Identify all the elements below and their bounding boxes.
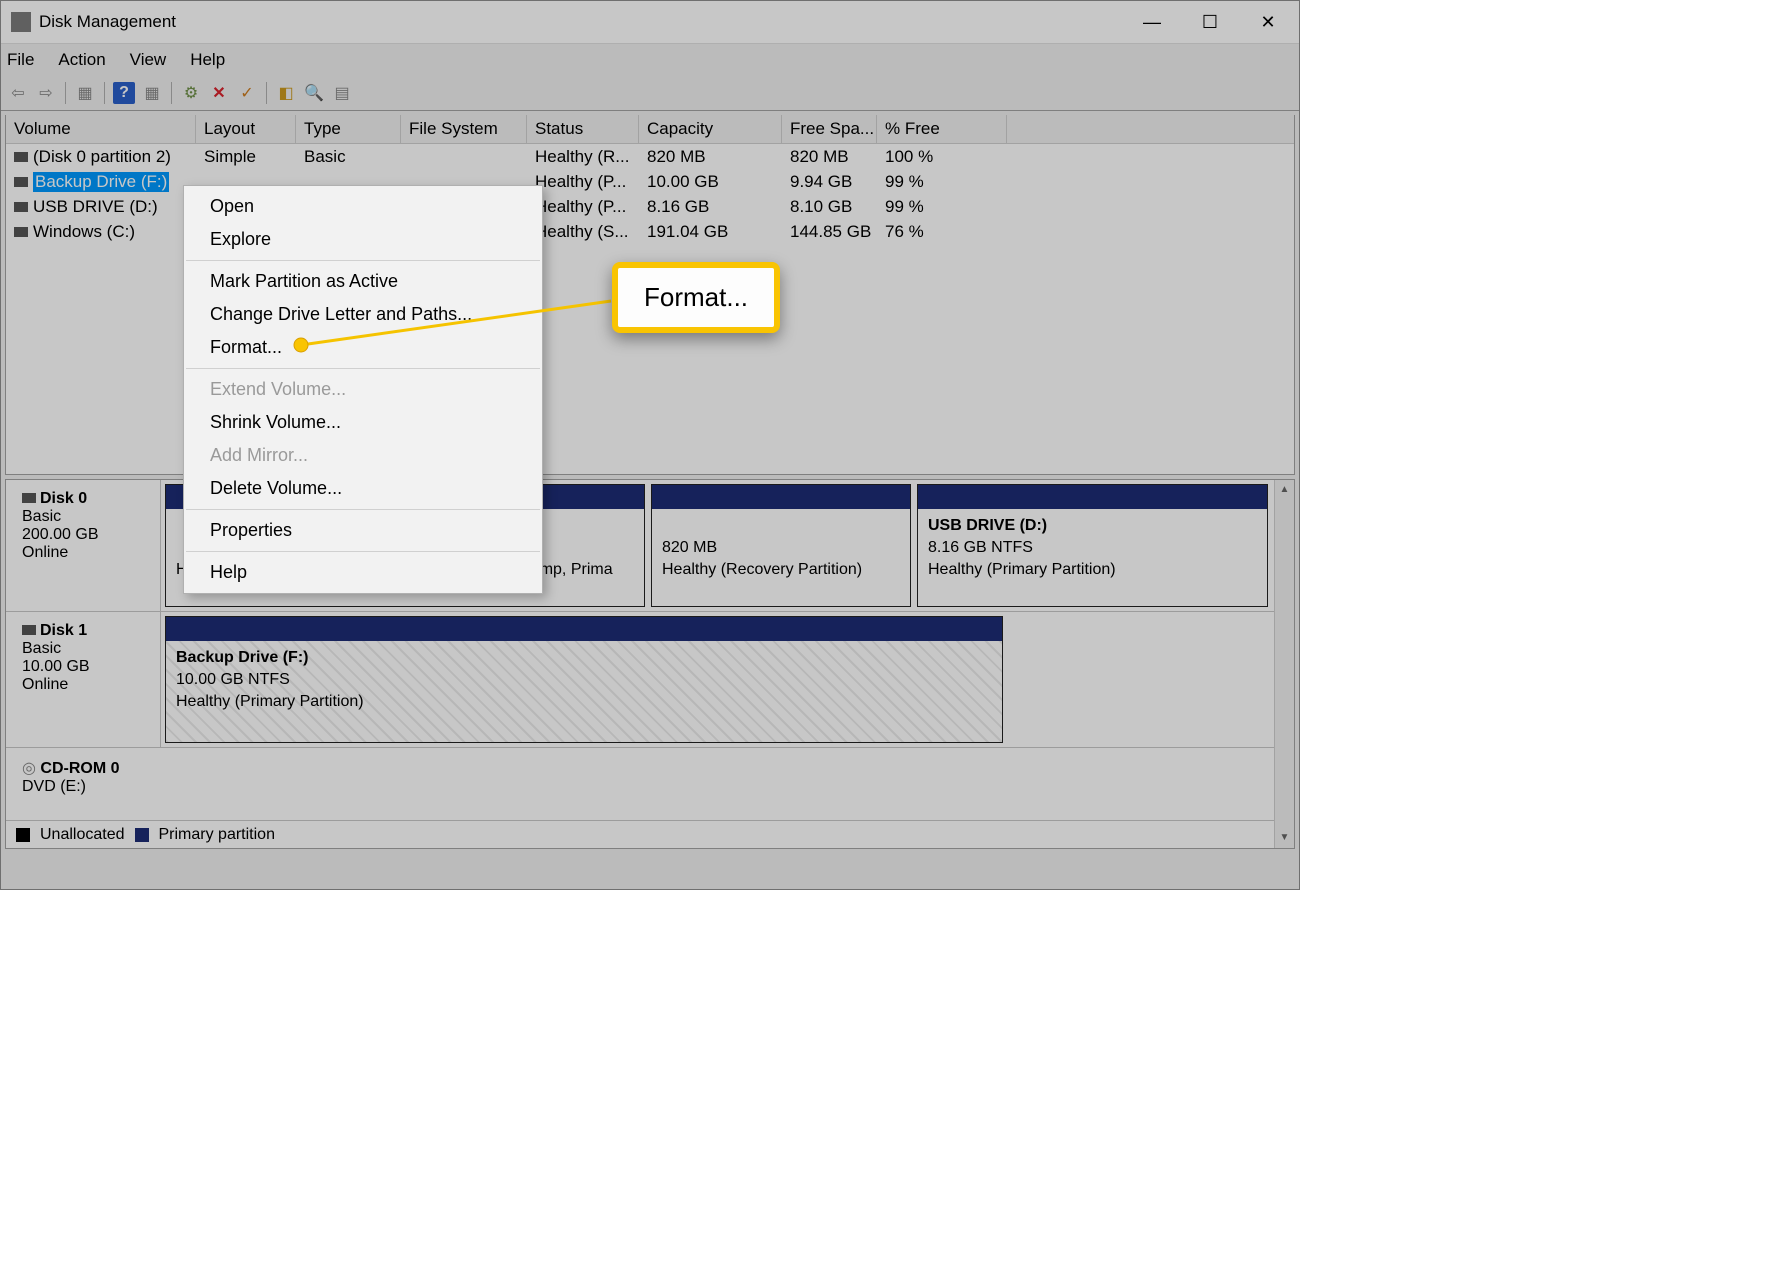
toolbar: ⇦ ⇨ ▦ ? ▦ ⚙ ✕ ✓ ◧ 🔍 ▤ — [1, 75, 1299, 111]
drive-icon — [14, 202, 28, 212]
partition-bar — [652, 485, 910, 509]
col-filesystem[interactable]: File System — [401, 115, 527, 143]
titlebar: Disk Management — ☐ ✕ — [1, 1, 1299, 43]
ctx-add-mirror: Add Mirror... — [184, 439, 542, 472]
ctx-mark-active[interactable]: Mark Partition as Active — [184, 265, 542, 298]
disk-label[interactable]: ◎ CD-ROM 0 DVD (E:) — [6, 748, 130, 810]
context-menu: Open Explore Mark Partition as Active Ch… — [183, 185, 543, 594]
menubar: File Action View Help — [1, 43, 1299, 75]
col-layout[interactable]: Layout — [196, 115, 296, 143]
partition[interactable]: USB DRIVE (D:) 8.16 GB NTFS Healthy (Pri… — [917, 484, 1268, 607]
window-title: Disk Management — [39, 12, 1123, 32]
ctx-explore[interactable]: Explore — [184, 223, 542, 256]
col-volume[interactable]: Volume — [6, 115, 196, 143]
window-controls: — ☐ ✕ — [1123, 1, 1297, 43]
partition-bar — [166, 617, 1002, 641]
drive-icon — [14, 152, 28, 162]
help-icon[interactable]: ? — [113, 82, 135, 104]
partition[interactable]: Backup Drive (F:) 10.00 GB NTFS Healthy … — [165, 616, 1003, 743]
ctx-help[interactable]: Help — [184, 556, 542, 589]
drive-icon — [14, 227, 28, 237]
scroll-down-icon[interactable]: ▼ — [1275, 828, 1294, 848]
disk-label[interactable]: Disk 0 Basic 200.00 GB Online — [6, 480, 161, 611]
disk-management-window: Disk Management — ☐ ✕ File Action View H… — [0, 0, 1300, 890]
callout-text: Format... — [644, 282, 748, 312]
refresh-button[interactable]: ▦ — [141, 82, 163, 104]
partition-bar — [918, 485, 1267, 509]
partition[interactable]: 820 MB Healthy (Recovery Partition) — [651, 484, 911, 607]
volume-table-header: Volume Layout Type File System Status Ca… — [6, 115, 1294, 144]
scroll-up-icon[interactable]: ▲ — [1275, 480, 1294, 500]
menu-view[interactable]: View — [130, 50, 167, 70]
col-capacity[interactable]: Capacity — [639, 115, 782, 143]
cdrom-icon: ◎ — [22, 760, 36, 777]
drive-icon — [14, 177, 28, 187]
ctx-properties[interactable]: Properties — [184, 514, 542, 547]
back-button[interactable]: ⇦ — [7, 82, 29, 104]
disk-row-disk1: Disk 1 Basic 10.00 GB Online Backup Driv… — [6, 612, 1294, 748]
menu-action[interactable]: Action — [58, 50, 105, 70]
ctx-shrink[interactable]: Shrink Volume... — [184, 406, 542, 439]
maximize-button[interactable]: ☐ — [1181, 1, 1239, 43]
scrollbar[interactable]: ▲ ▼ — [1274, 480, 1294, 848]
forward-button[interactable]: ⇨ — [35, 82, 57, 104]
search-button[interactable]: 🔍 — [303, 82, 325, 104]
col-freespace[interactable]: Free Spa... — [782, 115, 877, 143]
legend-primary-swatch — [135, 828, 149, 842]
show-hide-button[interactable]: ▦ — [74, 82, 96, 104]
settings-button[interactable]: ⚙ — [180, 82, 202, 104]
close-button[interactable]: ✕ — [1239, 1, 1297, 43]
legend-primary: Primary partition — [159, 826, 275, 844]
legend-unallocated-swatch — [16, 828, 30, 842]
ctx-delete[interactable]: Delete Volume... — [184, 472, 542, 505]
ctx-open[interactable]: Open — [184, 190, 542, 223]
volume-row[interactable]: (Disk 0 partition 2) Simple Basic Health… — [6, 144, 1294, 169]
delete-button[interactable]: ✕ — [208, 82, 230, 104]
disk-icon — [22, 493, 36, 503]
menu-help[interactable]: Help — [190, 50, 225, 70]
disk-label[interactable]: Disk 1 Basic 10.00 GB Online — [6, 612, 161, 747]
ctx-change-letter[interactable]: Change Drive Letter and Paths... — [184, 298, 542, 331]
minimize-button[interactable]: — — [1123, 1, 1181, 43]
ctx-format[interactable]: Format... — [184, 331, 542, 364]
col-status[interactable]: Status — [527, 115, 639, 143]
legend-unallocated: Unallocated — [40, 826, 125, 844]
check-button[interactable]: ✓ — [236, 82, 258, 104]
menu-file[interactable]: File — [7, 50, 34, 70]
new-button[interactable]: ◧ — [275, 82, 297, 104]
format-callout: Format... — [612, 262, 780, 333]
disk-partitions: Backup Drive (F:) 10.00 GB NTFS Healthy … — [161, 612, 1294, 747]
properties-button[interactable]: ▤ — [331, 82, 353, 104]
legend: Unallocated Primary partition — [6, 820, 1274, 848]
col-type[interactable]: Type — [296, 115, 401, 143]
app-icon — [11, 12, 31, 32]
disk-icon — [22, 625, 36, 635]
col-pctfree[interactable]: % Free — [877, 115, 1007, 143]
disk-row-cdrom: ◎ CD-ROM 0 DVD (E:) — [6, 748, 1294, 810]
ctx-extend: Extend Volume... — [184, 373, 542, 406]
